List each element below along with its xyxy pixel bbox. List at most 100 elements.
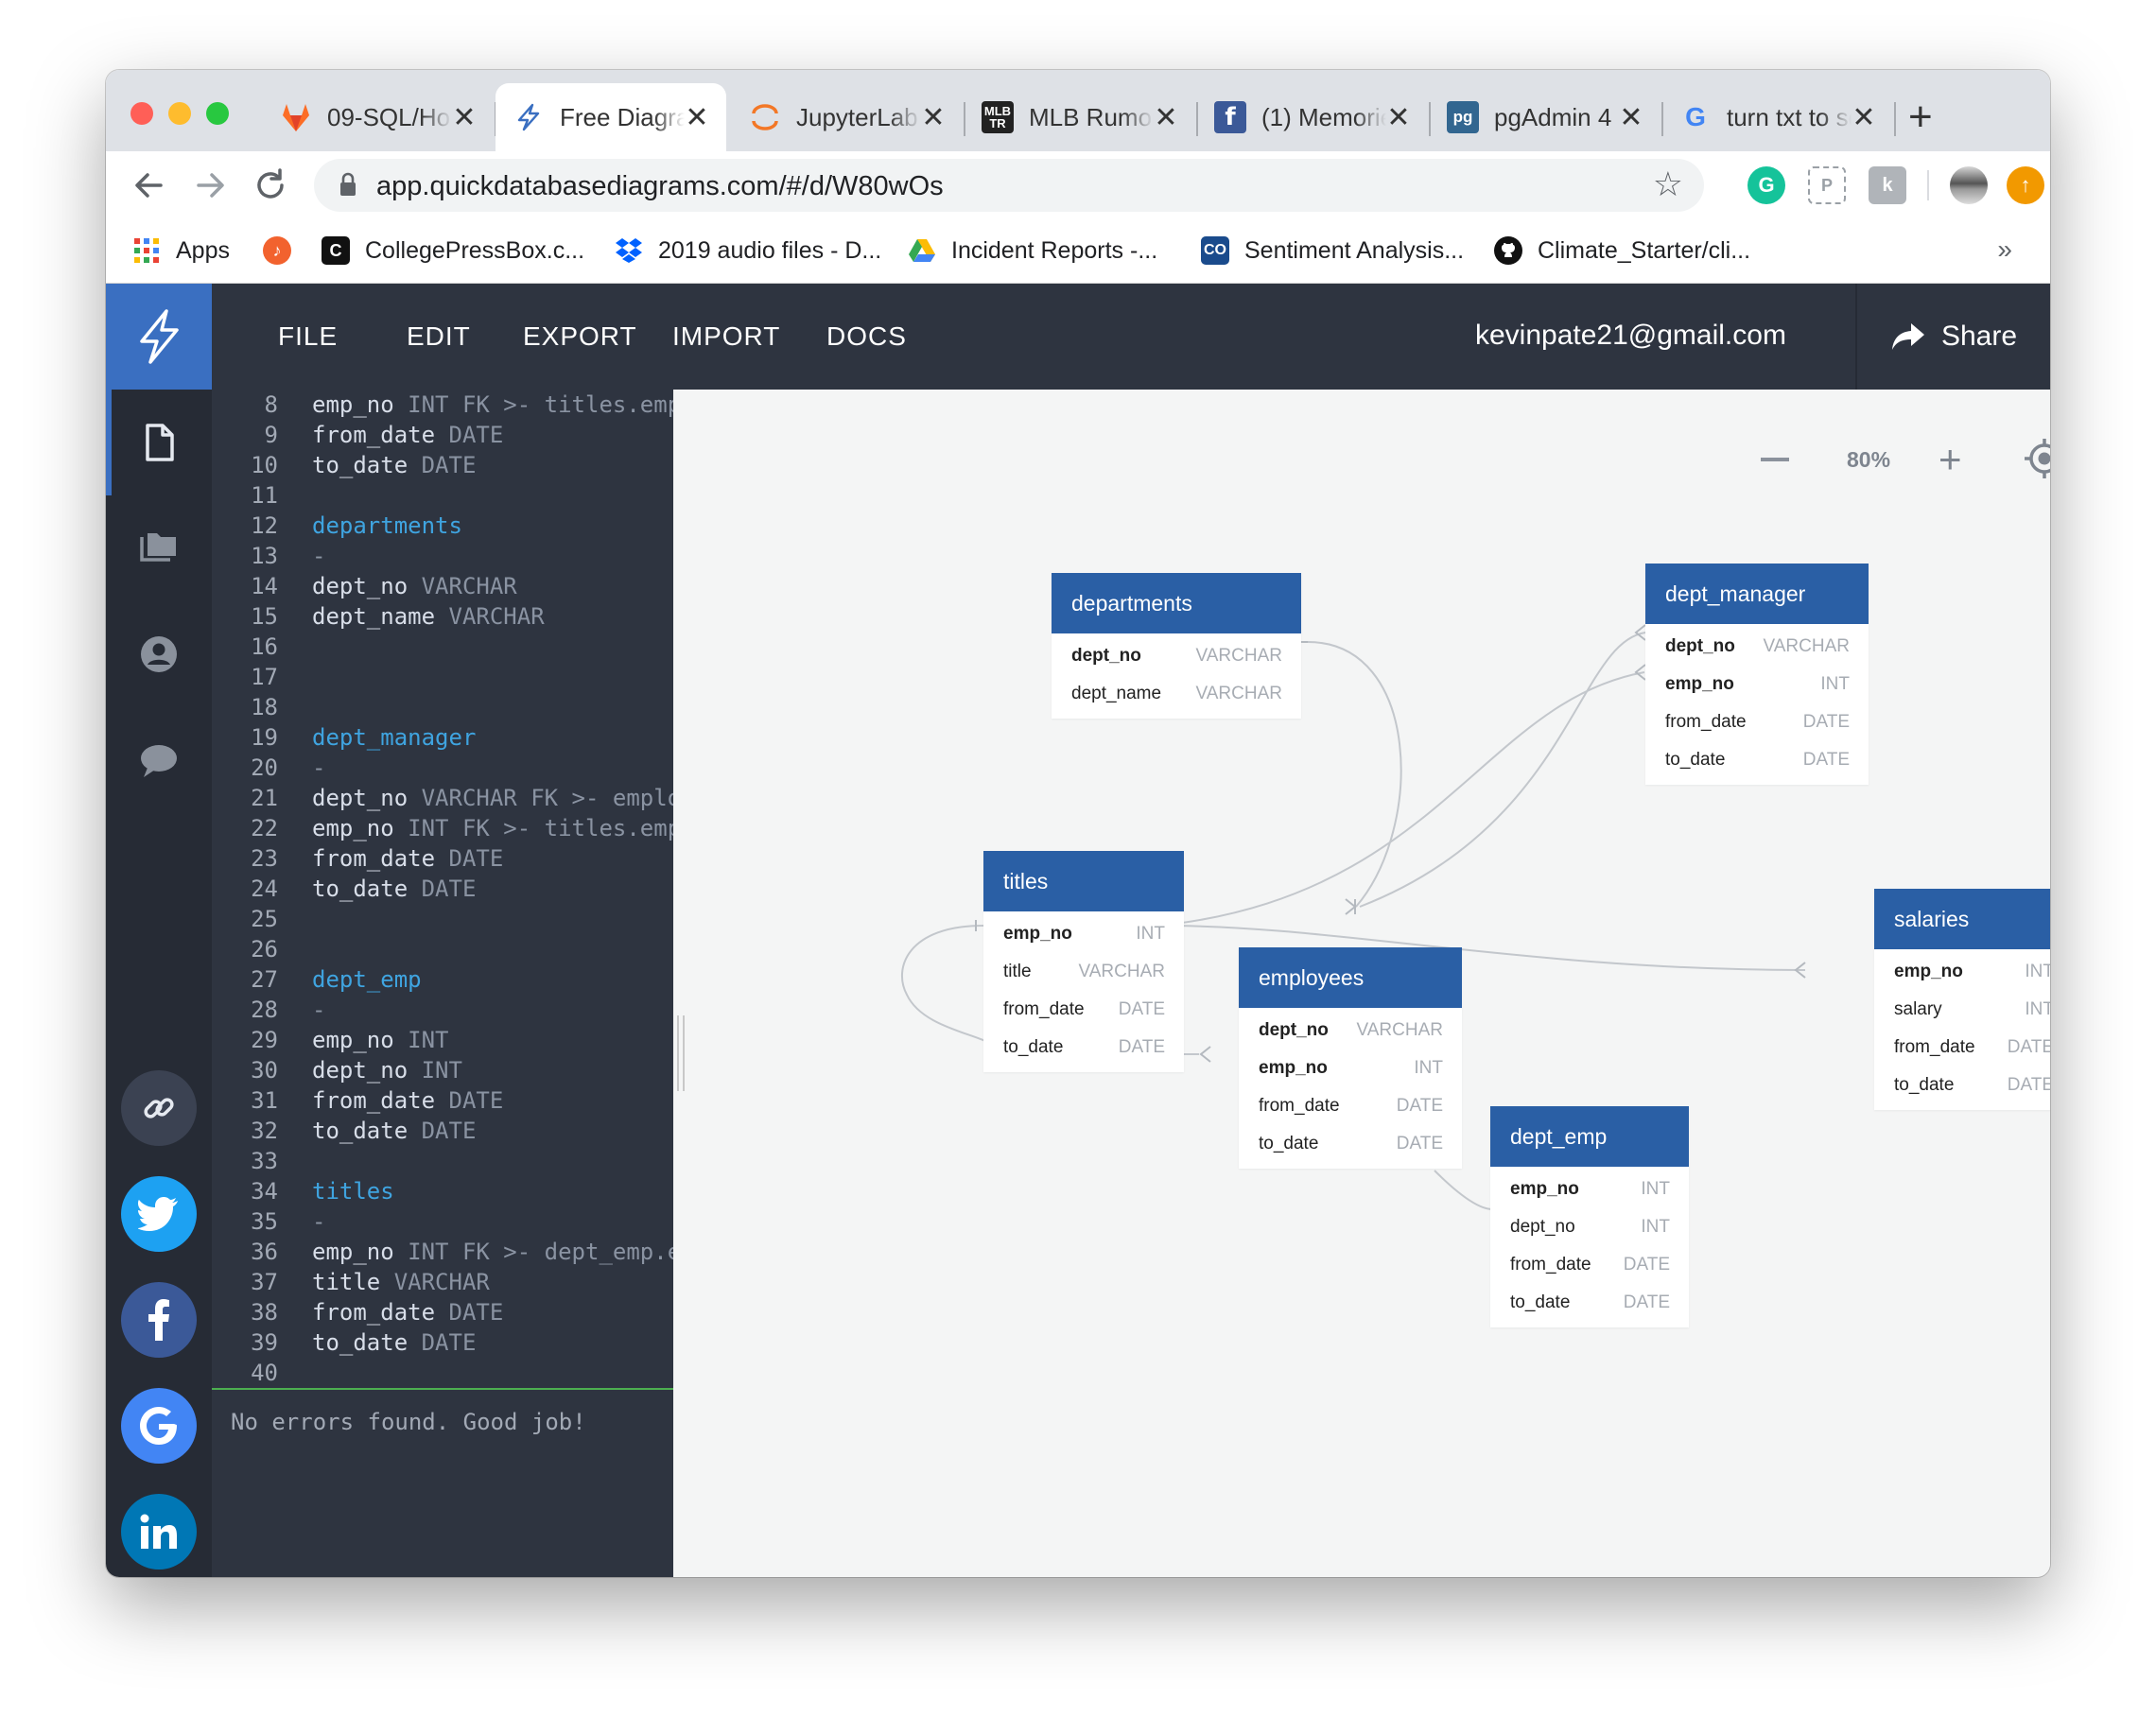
entity-field-row[interactable]: emp_no INT — [1645, 666, 1869, 703]
entity-field-row[interactable]: salary INT — [1874, 991, 2050, 1029]
share-twitter-button[interactable] — [121, 1176, 197, 1252]
code-line[interactable]: 24 to_date DATE — [212, 874, 673, 904]
document-icon[interactable] — [138, 422, 180, 463]
entity-field-row[interactable]: dept_no VARCHAR — [1239, 1012, 1462, 1049]
code-editor[interactable]: 8 emp_no INT FK >- titles.emp_no 9 from_dat… — [212, 390, 673, 1577]
entity-dept-emp[interactable]: dept_emp emp_no INT dept_no INT from_date DAT… — [1490, 1106, 1689, 1327]
entity-field-row[interactable]: dept_name VARCHAR — [1052, 675, 1301, 713]
entity-field-row[interactable]: dept_no INT — [1490, 1208, 1689, 1246]
code-line[interactable]: 35 - — [212, 1206, 673, 1237]
app-logo[interactable] — [106, 284, 212, 390]
code-line[interactable]: 22 emp_no INT FK >- titles.emp_no — [212, 813, 673, 843]
code-line[interactable]: 34 titles — [212, 1176, 673, 1206]
more-bookmarks-button[interactable]: » — [1997, 234, 2012, 265]
code-line[interactable]: 33 — [212, 1146, 673, 1176]
code-line[interactable]: 39 to_date DATE — [212, 1327, 673, 1358]
recenter-icon[interactable] — [2025, 439, 2050, 478]
share-facebook-button[interactable] — [121, 1282, 197, 1358]
entity-departments[interactable]: departments dept_no VARCHAR dept_name VARCH… — [1052, 573, 1301, 719]
share-link-button[interactable] — [121, 1070, 197, 1146]
entity-titles[interactable]: titles emp_no INT title VARCHAR from_date DAT… — [983, 851, 1184, 1072]
entity-salaries[interactable]: salaries emp_no INT salary INT from_date DATE… — [1874, 889, 2050, 1110]
share-google-button[interactable] — [121, 1388, 197, 1464]
code-line[interactable]: 12 departments — [212, 511, 673, 541]
code-line[interactable]: 25 — [212, 904, 673, 934]
address-bar[interactable]: app.quickdatabasediagrams.com/#/d/W80wOs… — [314, 159, 1704, 212]
close-icon[interactable]: ✕ — [1619, 101, 1643, 134]
tab-mlb-rumors[interactable]: MLBTR MLB Rumors ✕ — [965, 83, 1195, 151]
entity-title[interactable]: departments — [1052, 573, 1301, 633]
entity-title[interactable]: employees — [1239, 947, 1462, 1008]
share-button[interactable]: Share — [1855, 284, 2050, 390]
code-line[interactable]: 11 — [212, 480, 673, 511]
code-line[interactable]: 14 dept_no VARCHAR — [212, 571, 673, 601]
entity-field-row[interactable]: emp_no INT — [1239, 1049, 1462, 1087]
menu-export[interactable]: EXPORT — [523, 321, 637, 352]
tab-gitlab[interactable]: 09-SQL/Homework ✕ — [263, 83, 494, 151]
tab-free-diagram[interactable]: Free Diagram Tool ✕ — [496, 83, 726, 151]
code-line[interactable]: 36 emp_no INT FK >- dept_emp.emp_no — [212, 1237, 673, 1267]
code-line[interactable]: 21 dept_no VARCHAR FK >- employees.dept_n… — [212, 783, 673, 813]
entity-field-row[interactable]: emp_no INT — [1490, 1171, 1689, 1208]
entity-field-row[interactable]: from_date DATE — [1645, 703, 1869, 741]
entity-field-row[interactable]: to_date DATE — [1874, 1067, 2050, 1104]
tab-facebook[interactable]: f (1) Memories ✕ — [1197, 83, 1428, 151]
tab-google[interactable]: G turn txt to sql ✕ — [1662, 83, 1893, 151]
code-line[interactable]: 20 - — [212, 753, 673, 783]
code-line[interactable]: 30 dept_no INT — [212, 1055, 673, 1085]
close-icon[interactable]: ✕ — [1386, 101, 1411, 134]
reload-button[interactable] — [248, 163, 293, 208]
menu-edit[interactable]: EDIT — [407, 321, 471, 352]
entity-title[interactable]: salaries — [1874, 889, 2050, 949]
close-icon[interactable]: ✕ — [452, 101, 477, 134]
entity-field-row[interactable]: to_date DATE — [1645, 741, 1869, 779]
close-window-button[interactable] — [130, 102, 153, 125]
extension-k-icon[interactable]: k — [1869, 166, 1906, 204]
entity-dept-manager[interactable]: dept_manager dept_no VARCHAR emp_no INT from… — [1645, 564, 1869, 785]
comment-icon[interactable] — [138, 739, 180, 781]
folder-icon[interactable] — [138, 528, 180, 569]
code-line[interactable]: 15 dept_name VARCHAR — [212, 601, 673, 632]
update-icon[interactable]: ↑ — [2007, 166, 2044, 204]
maximize-window-button[interactable] — [206, 102, 229, 125]
entity-field-row[interactable]: dept_no VARCHAR — [1645, 628, 1869, 666]
bookmark-star-icon[interactable]: ☆ — [1653, 165, 1683, 204]
avatar[interactable] — [1950, 166, 1988, 204]
menu-docs[interactable]: DOCS — [826, 321, 907, 352]
entity-employees[interactable]: employees dept_no VARCHAR emp_no INT from_da… — [1239, 947, 1462, 1169]
entity-field-row[interactable]: from_date DATE — [983, 991, 1184, 1029]
bookmark-colab[interactable]: CO Sentiment Analysis... — [1201, 236, 1464, 265]
entity-field-row[interactable]: emp_no INT — [1874, 953, 2050, 991]
code-line[interactable]: 16 — [212, 632, 673, 662]
entity-field-row[interactable]: to_date DATE — [983, 1029, 1184, 1067]
new-tab-button[interactable]: + — [1908, 96, 1933, 138]
close-icon[interactable]: ✕ — [1154, 101, 1178, 134]
code-line[interactable]: 29 emp_no INT — [212, 1025, 673, 1055]
code-line[interactable]: 13 - — [212, 541, 673, 571]
tab-jupyterlab[interactable]: JupyterLab ✕ — [732, 83, 963, 151]
entity-field-row[interactable]: from_date DATE — [1490, 1246, 1689, 1284]
code-line[interactable]: 18 — [212, 692, 673, 722]
entity-field-row[interactable]: from_date DATE — [1239, 1087, 1462, 1125]
tab-pgadmin[interactable]: pg pgAdmin 4 ✕ — [1430, 83, 1660, 151]
entity-title[interactable]: dept_emp — [1490, 1106, 1689, 1167]
entity-field-row[interactable]: dept_no VARCHAR — [1052, 637, 1301, 675]
bookmark-drive[interactable]: Incident Reports -... — [908, 236, 1157, 265]
user-email[interactable]: kevinpate21@gmail.com — [1475, 320, 1786, 352]
grammarly-icon[interactable]: G — [1747, 166, 1785, 204]
account-icon[interactable] — [138, 633, 180, 675]
back-button[interactable] — [127, 163, 172, 208]
code-line[interactable]: 10 to_date DATE — [212, 450, 673, 480]
code-line[interactable]: 31 from_date DATE — [212, 1085, 673, 1116]
code-line[interactable]: 27 dept_emp — [212, 964, 673, 995]
diagram-canvas[interactable]: 80% + departments dept_no VARCHAR dept_nam… — [673, 390, 2050, 1577]
bookmark-collegepressbox[interactable]: C CollegePressBox.c... — [322, 236, 584, 265]
close-icon[interactable]: ✕ — [1852, 101, 1876, 134]
bookmark-music[interactable]: ♪ — [263, 236, 306, 265]
zoom-in-button[interactable]: + — [1939, 440, 1962, 479]
zoom-out-button[interactable] — [1761, 458, 1789, 461]
entity-title[interactable]: titles — [983, 851, 1184, 911]
code-line[interactable]: 9 from_date DATE — [212, 420, 673, 450]
code-line[interactable]: 38 from_date DATE — [212, 1297, 673, 1327]
bookmark-dropbox[interactable]: 2019 audio files - D... — [615, 236, 881, 265]
